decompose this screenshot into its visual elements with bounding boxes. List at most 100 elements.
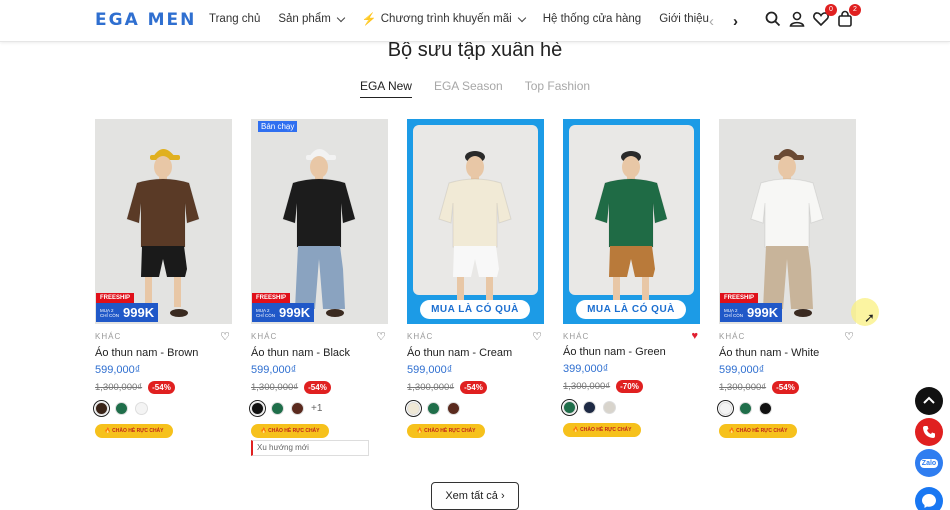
original-price: 1,300,000₫ xyxy=(719,382,767,393)
nav-item-label: Chương trình khuyến mãi xyxy=(380,13,512,25)
product-card[interactable]: MUA LÀ CÓ QUÀ KHÁC ♡ Áo thun nam - Cream… xyxy=(405,119,545,438)
tab-0[interactable]: EGA New xyxy=(359,79,412,98)
bundle-caption: MUA 2 CHỈ CÒN xyxy=(100,307,119,318)
product-category: KHÁC xyxy=(719,332,746,341)
product-name[interactable]: Áo thun nam - Cream xyxy=(407,347,545,359)
product-card[interactable]: FREESHIP MUA 2 CHỈ CÒN 999K KHÁC ♡ Áo th… xyxy=(93,119,233,438)
see-all-button[interactable]: Xem tất cả › xyxy=(431,482,519,510)
collection-tabs: EGA New EGA Season Top Fashion xyxy=(0,79,950,98)
see-all-label: Xem tất cả xyxy=(445,490,498,502)
tab-1[interactable]: EGA Season xyxy=(434,79,503,98)
zalo-icon: Zalo xyxy=(919,458,939,468)
bundle-price: 999K xyxy=(747,305,779,320)
color-swatch[interactable] xyxy=(561,399,578,416)
product-image[interactable]: FREESHIP MUA 2 CHỈ CÒN 999K xyxy=(719,119,856,324)
section-title: Bộ sưu tập xuân hè xyxy=(387,39,563,61)
cart-count-badge: 2 xyxy=(849,4,861,16)
discount-badge: -54% xyxy=(772,381,799,394)
search-icon[interactable] xyxy=(764,10,782,28)
bolt-icon: ⚡ xyxy=(361,12,377,26)
nav-prev-arrow-icon[interactable]: ‹ xyxy=(709,13,714,30)
bundle-price-tag: MUA 2 CHỈ CÒN 999K xyxy=(720,303,783,322)
heart-icon[interactable]: ♡ xyxy=(844,330,855,343)
color-swatch[interactable] xyxy=(93,400,110,417)
bundle-price-tag: MUA 2 CHỈ CÒN 999K xyxy=(96,303,159,322)
color-swatch[interactable] xyxy=(447,402,460,415)
color-swatches xyxy=(93,400,233,417)
back-to-top-button[interactable] xyxy=(915,387,943,415)
color-swatches xyxy=(561,399,701,416)
messenger-button[interactable] xyxy=(915,487,943,510)
product-card[interactable]: MUA LÀ CÓ QUÀ KHÁC ♥ Áo thun nam - Green… xyxy=(561,119,701,437)
freeship-tag: FREESHIP xyxy=(96,293,135,303)
bundle-price: 999K xyxy=(279,305,311,320)
site-logo[interactable]: EGA MEN xyxy=(95,10,196,30)
zalo-label: Zalo xyxy=(919,458,939,468)
color-swatch[interactable] xyxy=(717,400,734,417)
product-image[interactable]: FREESHIP MUA 2 CHỈ CÒN 999K xyxy=(95,119,232,324)
summer-sale-tag: 🔥 CHÀO HÈ RỰC CHÁY xyxy=(95,424,173,438)
messenger-icon xyxy=(921,493,937,509)
product-category: KHÁC xyxy=(407,332,434,341)
nav-item-4[interactable]: Giới thiệu xyxy=(659,12,709,26)
nav-item-2[interactable]: ⚡ Chương trình khuyến mãi xyxy=(361,12,526,26)
product-image[interactable]: MUA LÀ CÓ QUÀ xyxy=(407,119,544,324)
sale-tag-label: CHÀO HÈ RỰC CHÁY xyxy=(112,428,164,434)
cart-button[interactable]: 2 xyxy=(836,4,861,28)
color-swatch[interactable] xyxy=(603,401,616,414)
sale-tag-label: CHÀO HÈ RỰC CHÁY xyxy=(580,427,632,433)
color-swatch[interactable] xyxy=(583,401,596,414)
product-name[interactable]: Áo thun nam - White xyxy=(719,347,857,359)
heart-icon[interactable]: ♡ xyxy=(376,330,387,343)
product-image[interactable]: FREESHIP MUA 2 CHỈ CÒN 999K Bán chạy xyxy=(251,119,388,324)
bestseller-badge: Bán chạy xyxy=(258,121,298,132)
account-icon[interactable] xyxy=(788,10,806,28)
color-swatch[interactable] xyxy=(249,400,266,417)
promo-banner: MUA LÀ CÓ QUÀ xyxy=(420,300,530,319)
heart-icon[interactable]: ♡ xyxy=(220,330,231,343)
product-name[interactable]: Áo thun nam - Green xyxy=(563,346,701,358)
product-category: KHÁC xyxy=(95,332,122,341)
nav-item-1[interactable]: Sản phẩm xyxy=(278,12,346,26)
discount-badge: -54% xyxy=(304,381,331,394)
color-swatches xyxy=(405,400,545,417)
product-card[interactable]: FREESHIP MUA 2 CHỈ CÒN 999K Bán chạy KHÁC… xyxy=(249,119,389,456)
product-name[interactable]: Áo thun nam - Brown xyxy=(95,347,233,359)
color-swatch[interactable] xyxy=(115,402,128,415)
sale-tag-label: CHÀO HÈ RỰC CHÁY xyxy=(424,428,476,434)
heart-icon[interactable]: ♥ xyxy=(691,330,699,342)
mouse-pointer-icon: ➚ xyxy=(864,310,875,325)
nav-item-label: Hệ thống cửa hàng xyxy=(542,13,642,25)
product-category: KHÁC xyxy=(563,332,590,341)
nav-item-3[interactable]: Hệ thống cửa hàng xyxy=(543,12,642,26)
nav-item-0[interactable]: Trang chủ xyxy=(209,12,260,26)
zalo-button[interactable]: Zalo xyxy=(915,449,943,477)
wishlist-button[interactable]: 0 xyxy=(812,4,837,28)
original-price: 1,300,000₫ xyxy=(251,382,299,393)
tab-2[interactable]: Top Fashion xyxy=(525,79,590,98)
color-swatch[interactable] xyxy=(427,402,440,415)
nav-next-arrow-icon[interactable]: › xyxy=(733,13,738,30)
color-swatch[interactable] xyxy=(405,400,422,417)
chevron-down-icon xyxy=(336,13,346,22)
original-price: 1,300,000₫ xyxy=(95,382,143,393)
sale-tag-label: CHÀO HÈ RỰC CHÁY xyxy=(268,428,320,434)
phone-button[interactable] xyxy=(915,418,943,446)
product-image[interactable]: MUA LÀ CÓ QUÀ xyxy=(563,119,700,324)
chevron-up-icon xyxy=(922,394,936,408)
color-swatch[interactable] xyxy=(291,402,304,415)
product-price: 599,000₫ xyxy=(407,364,453,376)
bundle-price: 999K xyxy=(123,305,155,320)
nav-item-label: Giới thiệu xyxy=(659,13,709,25)
color-swatches xyxy=(717,400,857,417)
product-name[interactable]: Áo thun nam - Black xyxy=(251,347,389,359)
heart-icon[interactable]: ♡ xyxy=(532,330,543,343)
discount-badge: -70% xyxy=(616,380,643,393)
summer-sale-tag: 🔥 CHÀO HÈ RỰC CHÁY xyxy=(251,424,329,438)
color-swatch[interactable] xyxy=(759,402,772,415)
color-swatch[interactable] xyxy=(739,402,752,415)
more-colors[interactable]: +1 xyxy=(311,403,322,414)
color-swatch[interactable] xyxy=(135,402,148,415)
color-swatch[interactable] xyxy=(271,402,284,415)
product-card[interactable]: FREESHIP MUA 2 CHỈ CÒN 999K KHÁC ♡ Áo th… xyxy=(717,119,857,438)
